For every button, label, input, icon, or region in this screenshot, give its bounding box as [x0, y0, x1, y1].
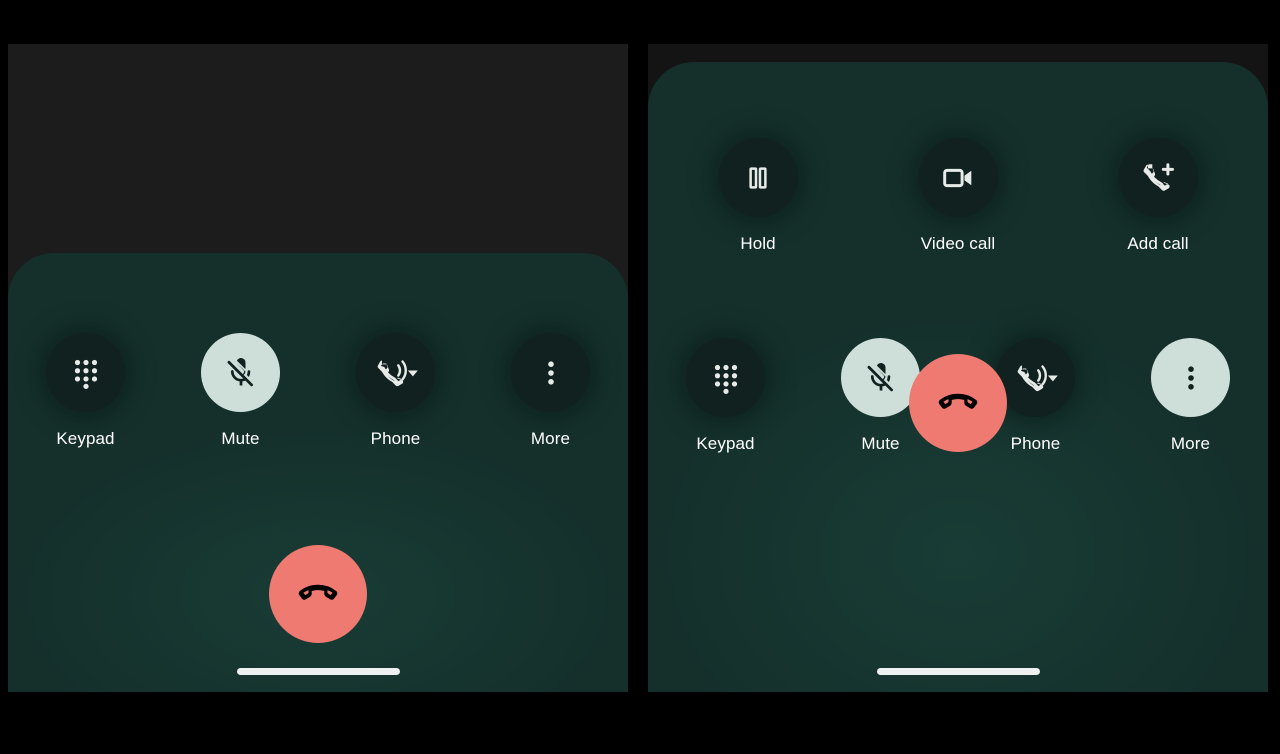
home-indicator[interactable] [876, 668, 1040, 675]
phone-audio-route-icon [373, 356, 419, 390]
control-label: Video call [920, 234, 996, 253]
control-label: Keypad [56, 429, 115, 448]
in-call-control-sheet: Keypad Mute Phone More [8, 253, 628, 692]
call-end-icon [934, 377, 982, 430]
more-vert-icon [535, 357, 567, 389]
hold-button[interactable] [718, 138, 798, 217]
end-call-row [8, 545, 628, 643]
keypad-button[interactable] [46, 333, 125, 412]
control-label: Phone [370, 429, 421, 448]
end-call-row [648, 354, 1268, 452]
video-call-button[interactable] [918, 138, 998, 217]
secondary-control-row: Hold Video call Add call [648, 138, 1268, 254]
control-label: More [530, 429, 571, 448]
control-add-call[interactable]: Add call [1096, 138, 1220, 254]
control-label: Add call [1127, 234, 1189, 253]
videocam-icon [941, 161, 975, 195]
pause-icon [743, 163, 773, 193]
home-indicator[interactable] [236, 668, 400, 675]
add-call-button[interactable] [1118, 138, 1198, 217]
mute-button[interactable] [201, 333, 280, 412]
dialpad-icon [69, 356, 103, 390]
control-label: Mute [221, 429, 260, 448]
screenshot-stage: Keypad Mute Phone More Hold Video call A… [0, 0, 1280, 754]
call-end-icon [294, 568, 342, 621]
more-button[interactable] [511, 333, 590, 412]
add-call-icon [1140, 160, 1176, 196]
control-video-call[interactable]: Video call [896, 138, 1020, 254]
control-more[interactable]: More [489, 333, 613, 449]
end-call-button[interactable] [909, 354, 1007, 452]
control-label: Hold [740, 234, 776, 253]
phone-screen-expanded: Hold Video call Add call Keypad Mute Pho… [648, 44, 1268, 692]
control-mute[interactable]: Mute [179, 333, 303, 449]
control-keypad[interactable]: Keypad [24, 333, 148, 449]
control-hold[interactable]: Hold [696, 138, 820, 254]
primary-control-row: Keypad Mute Phone More [8, 333, 628, 449]
in-call-control-sheet-expanded: Hold Video call Add call Keypad Mute Pho… [648, 62, 1268, 692]
phone-route-button[interactable] [356, 333, 435, 412]
mic-off-icon [223, 355, 259, 391]
phone-screen-collapsed: Keypad Mute Phone More [8, 44, 628, 692]
end-call-button[interactable] [269, 545, 367, 643]
home-indicator-area [648, 668, 1268, 675]
home-indicator-area [8, 668, 628, 675]
control-phone-route[interactable]: Phone [334, 333, 458, 449]
